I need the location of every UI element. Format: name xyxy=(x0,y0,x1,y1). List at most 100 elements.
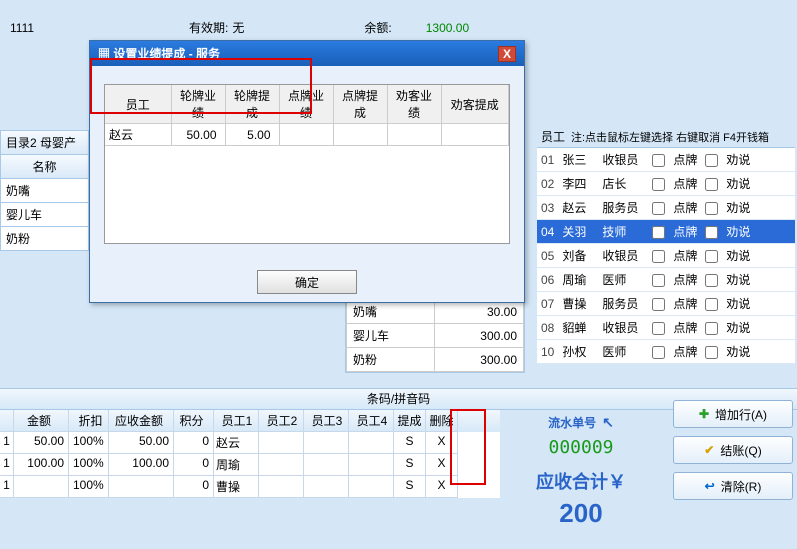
clear-button[interactable]: ↩清除(R) xyxy=(673,472,793,500)
product-row[interactable]: 奶嘴30.00 xyxy=(347,300,524,324)
dp-label: 点牌 xyxy=(669,196,701,220)
category-item[interactable]: 奶粉 xyxy=(0,227,89,251)
employee-row[interactable]: 07曹操服务员点牌劝说 xyxy=(537,292,795,316)
col-emp3: 员工3 xyxy=(304,410,349,432)
order-label: 流水单号 xyxy=(548,414,596,431)
dialog-icon: ▦ xyxy=(98,47,110,61)
employee-row[interactable]: 10孙权医师点牌劝说 xyxy=(537,340,795,364)
cart-commission-btn[interactable]: S xyxy=(394,454,426,476)
employee-row[interactable]: 01张三收银员点牌劝说 xyxy=(537,148,795,172)
col-emp1: 员工1 xyxy=(214,410,259,432)
qs-checkbox[interactable] xyxy=(705,250,718,263)
employee-row[interactable]: 02李四店长点牌劝说 xyxy=(537,172,795,196)
validity-label: 有效期: xyxy=(189,19,228,36)
cell-lp-perf[interactable]: 50.00 xyxy=(171,124,225,146)
emp-name: 貂蝉 xyxy=(558,316,598,340)
checkout-label: 结账(Q) xyxy=(720,442,761,459)
cart-delete-btn[interactable]: X xyxy=(426,454,458,476)
employee-panel: 员工 注:点击鼠标左键选择 右键取消 F4开钱箱 01张三收银员点牌劝说02李四… xyxy=(537,126,795,364)
cart-emp2 xyxy=(259,454,304,476)
employee-row[interactable]: 08貂蝉收银员点牌劝说 xyxy=(537,316,795,340)
employee-row[interactable]: 06周瑜医师点牌劝说 xyxy=(537,268,795,292)
dp-checkbox[interactable] xyxy=(652,250,665,263)
category-title[interactable]: 目录2 母婴产 xyxy=(0,130,89,155)
cell-dp-comm[interactable] xyxy=(333,124,387,146)
dp-checkbox[interactable] xyxy=(652,298,665,311)
cart-emp3 xyxy=(304,476,349,498)
table-row[interactable]: 赵云 50.00 5.00 xyxy=(105,124,509,146)
cart-delete-btn[interactable]: X xyxy=(426,432,458,454)
cell-lk-perf[interactable] xyxy=(387,124,441,146)
cell-emp-name[interactable]: 赵云 xyxy=(105,124,171,146)
emp-no: 01 xyxy=(537,148,558,172)
product-row[interactable]: 奶粉300.00 xyxy=(347,348,524,372)
cart-table: 金额 折扣 应收金额 积分 员工1 员工2 员工3 员工4 提成 删除 150.… xyxy=(0,410,500,498)
add-row-button[interactable]: ✚增加行(A) xyxy=(673,400,793,428)
cart-emp3 xyxy=(304,454,349,476)
emp-no: 08 xyxy=(537,316,558,340)
dp-checkbox[interactable] xyxy=(652,178,665,191)
qs-checkbox[interactable] xyxy=(705,178,718,191)
cart-emp2 xyxy=(259,432,304,454)
qs-checkbox[interactable] xyxy=(705,202,718,215)
dp-checkbox[interactable] xyxy=(652,226,665,239)
dp-checkbox[interactable] xyxy=(652,274,665,287)
col-receivable: 应收金额 xyxy=(109,410,174,432)
cursor-icon: ↖ xyxy=(602,414,614,431)
qs-checkbox[interactable] xyxy=(705,298,718,311)
validity-value: 无 xyxy=(232,19,244,36)
dp-checkbox[interactable] xyxy=(652,202,665,215)
cart-row[interactable]: 150.00100%50.000赵云SX xyxy=(0,432,500,454)
cart-row[interactable]: 1100%0曹操SX xyxy=(0,476,500,498)
qs-checkbox[interactable] xyxy=(705,346,718,359)
qs-label: 劝说 xyxy=(722,220,795,244)
clear-icon: ↩ xyxy=(705,479,715,493)
ok-button[interactable]: 确定 xyxy=(257,270,357,294)
col-dp-comm: 点牌提成 xyxy=(333,85,387,124)
category-item[interactable]: 婴儿车 xyxy=(0,203,89,227)
col-points: 积分 xyxy=(174,410,214,432)
cart-row[interactable]: 1100.00100%100.000周瑜SX xyxy=(0,454,500,476)
dp-checkbox[interactable] xyxy=(652,154,665,167)
qs-checkbox[interactable] xyxy=(705,226,718,239)
dp-checkbox[interactable] xyxy=(652,322,665,335)
qs-checkbox[interactable] xyxy=(705,274,718,287)
cart-commission-btn[interactable]: S xyxy=(394,476,426,498)
qs-checkbox[interactable] xyxy=(705,154,718,167)
emp-head-label: 员工 xyxy=(541,128,571,145)
cart-receivable xyxy=(109,476,174,498)
employee-row[interactable]: 04关羽技师点牌劝说 xyxy=(537,220,795,244)
col-commission: 提成 xyxy=(394,410,426,432)
cart-commission-btn[interactable]: S xyxy=(394,432,426,454)
close-icon[interactable]: X xyxy=(498,46,516,62)
emp-no: 02 xyxy=(537,172,558,196)
cell-lk-comm[interactable] xyxy=(441,124,509,146)
emp-role: 医师 xyxy=(598,268,648,292)
product-price: 30.00 xyxy=(434,300,523,324)
product-row[interactable]: 婴儿车300.00 xyxy=(347,324,524,348)
dialog-titlebar[interactable]: ▦ 设置业绩提成 - 服务 X xyxy=(90,41,524,66)
employee-row[interactable]: 03赵云服务员点牌劝说 xyxy=(537,196,795,220)
cell-lp-comm[interactable]: 5.00 xyxy=(225,124,279,146)
cart-emp1: 周瑜 xyxy=(214,454,259,476)
cart-delete-btn[interactable]: X xyxy=(426,476,458,498)
top-info-bar: 1111 有效期: 无 余额: 1300.00 xyxy=(0,15,797,40)
product-price: 300.00 xyxy=(434,348,523,372)
action-button-column: ✚增加行(A) ✔结账(Q) ↩清除(R) xyxy=(673,400,793,500)
category-item[interactable]: 奶嘴 xyxy=(0,179,89,203)
employee-row[interactable]: 05刘备收银员点牌劝说 xyxy=(537,244,795,268)
commission-table: 员工 轮牌业绩 轮牌提成 点牌业绩 点牌提成 劝客业绩 劝客提成 赵云 50.0… xyxy=(105,85,509,146)
cart-points: 0 xyxy=(174,432,214,454)
dp-label: 点牌 xyxy=(669,244,701,268)
order-summary: 流水单号 ↖ 000009 应收合计￥ 200 xyxy=(505,414,657,529)
category-header: 名称 xyxy=(0,155,89,179)
emp-no: 05 xyxy=(537,244,558,268)
commission-dialog: ▦ 设置业绩提成 - 服务 X 员工 轮牌业绩 轮牌提成 点牌业绩 点牌提成 劝… xyxy=(89,40,525,303)
dialog-title-text: 设置业绩提成 - 服务 xyxy=(113,47,220,61)
checkout-button[interactable]: ✔结账(Q) xyxy=(673,436,793,464)
col-dp-perf: 点牌业绩 xyxy=(279,85,333,124)
emp-name: 关羽 xyxy=(558,220,598,244)
qs-checkbox[interactable] xyxy=(705,322,718,335)
cell-dp-perf[interactable] xyxy=(279,124,333,146)
dp-checkbox[interactable] xyxy=(652,346,665,359)
